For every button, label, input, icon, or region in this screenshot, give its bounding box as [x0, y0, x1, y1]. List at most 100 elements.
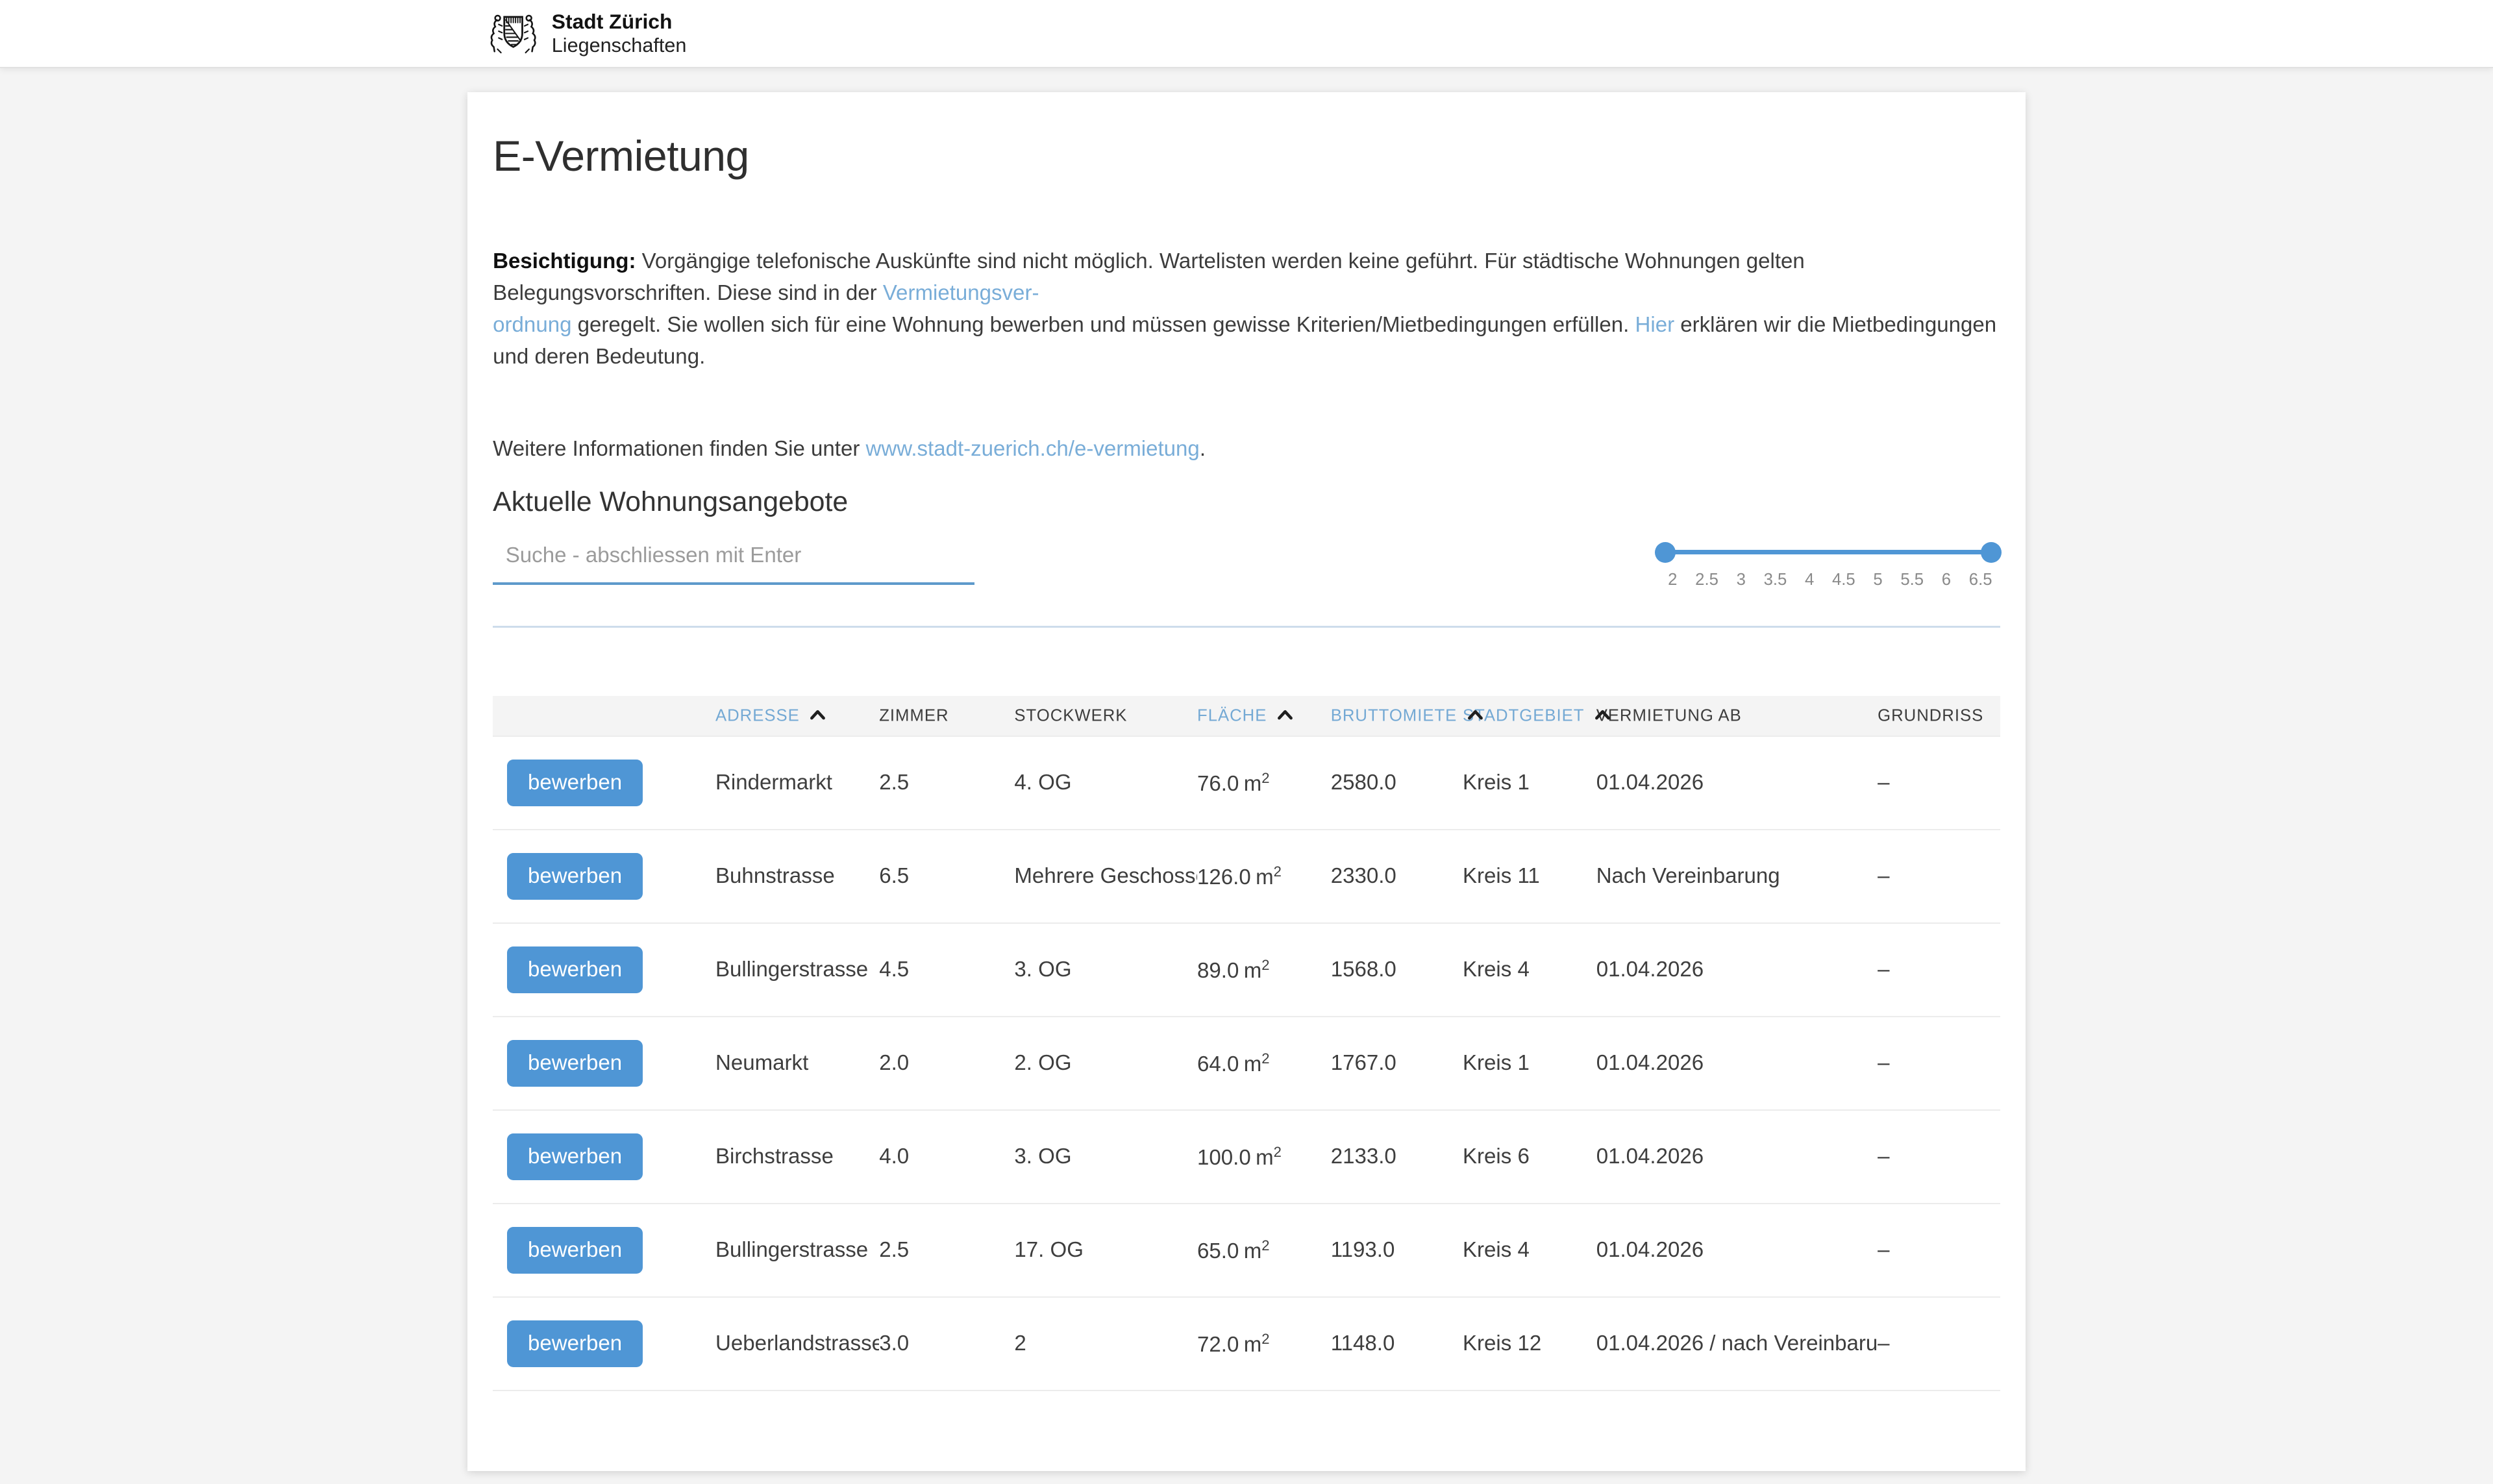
listings-table: ADRESSEZIMMERSTOCKWERKFLÄCHEBRUTTOMIETES…	[493, 696, 2000, 1391]
cell-stadtgebiet: Kreis 12	[1463, 1297, 1596, 1391]
cell-apply: bewerben	[493, 736, 715, 830]
area-unit: m	[1256, 1146, 1274, 1170]
area-value: 89.0	[1197, 959, 1239, 983]
cell-stadtgebiet: Kreis 1	[1463, 1017, 1596, 1110]
intro-paragraph: Besichtigung: Vorgängige telefonische Au…	[493, 246, 2000, 373]
paragraph-text: Weitere Informationen finden Sie unter	[493, 437, 865, 461]
table-body: bewerbenRindermarkt2.54. OG76.0m22580.0K…	[493, 736, 2000, 1391]
cell-apply: bewerben	[493, 830, 715, 923]
cell-vermietung-ab: 01.04.2026	[1596, 923, 1878, 1017]
cell-stadtgebiet: Kreis 6	[1463, 1110, 1596, 1204]
cell-grundriss: –	[1878, 923, 2000, 1017]
cell-bruttomiete: 1568.0	[1331, 923, 1463, 1017]
filter-row: 22.533.544.555.566.5	[493, 531, 2000, 589]
table-row: bewerbenRindermarkt2.54. OG76.0m22580.0K…	[493, 736, 2000, 830]
cell-stockwerk: 2. OG	[1014, 1017, 1197, 1110]
cell-zimmer: 4.5	[879, 923, 1014, 1017]
cell-stadtgebiet: Kreis 4	[1463, 923, 1596, 1017]
area-unit: m	[1244, 772, 1262, 796]
area-exponent: 2	[1274, 1144, 1282, 1160]
bewerben-button[interactable]: bewerben	[507, 946, 643, 993]
column-header-bruttomiete[interactable]: BRUTTOMIETE	[1331, 696, 1463, 736]
rooms-range-slider: 22.533.544.555.566.5	[1665, 550, 1992, 589]
area-value: 64.0	[1197, 1052, 1239, 1076]
stadt-zuerich-crest-icon	[486, 10, 540, 56]
area-exponent: 2	[1261, 957, 1269, 973]
table-row: bewerbenBirchstrasse4.03. OG100.0m22133.…	[493, 1110, 2000, 1204]
table-row: bewerbenNeumarkt2.02. OG64.0m21767.0Krei…	[493, 1017, 2000, 1110]
cell-zimmer: 2.0	[879, 1017, 1014, 1110]
slider-handle-max[interactable]	[1981, 542, 2002, 563]
slider-tick-label: 3.5	[1764, 571, 1787, 589]
cell-stockwerk: 3. OG	[1014, 1110, 1197, 1204]
area-exponent: 2	[1261, 1331, 1269, 1347]
cell-flaeche: 89.0m2	[1197, 923, 1331, 1017]
cell-zimmer: 6.5	[879, 830, 1014, 923]
area-value: 65.0	[1197, 1239, 1239, 1263]
column-header-label: GRUNDRISS	[1878, 706, 1983, 724]
slider-handle-min[interactable]	[1655, 542, 1676, 563]
inline-link[interactable]: Vermietungsver-	[883, 281, 1039, 305]
bewerben-button[interactable]: bewerben	[507, 1320, 643, 1367]
slider-tick-label: 5	[1870, 571, 1885, 589]
bewerben-button[interactable]: bewerben	[507, 1133, 643, 1180]
cell-adresse: Bullingerstrasse	[715, 923, 879, 1017]
inline-link[interactable]: Hier	[1635, 313, 1675, 337]
sort-asc-icon	[809, 708, 826, 721]
cell-grundriss: –	[1878, 1297, 2000, 1391]
sort-asc-icon	[1594, 708, 1611, 721]
cell-flaeche: 126.0m2	[1197, 830, 1331, 923]
slider-tick-label: 4	[1802, 571, 1817, 589]
cell-bruttomiete: 1767.0	[1331, 1017, 1463, 1110]
cell-stadtgebiet: Kreis 4	[1463, 1204, 1596, 1297]
search-input[interactable]	[493, 531, 974, 586]
column-header-vermietung-ab[interactable]: VERMIETUNG AB	[1596, 696, 1878, 736]
table-row: bewerbenBullingerstrasse4.53. OG89.0m215…	[493, 923, 2000, 1017]
table-header-row: ADRESSEZIMMERSTOCKWERKFLÄCHEBRUTTOMIETES…	[493, 696, 2000, 736]
bewerben-button[interactable]: bewerben	[507, 1227, 643, 1274]
cell-vermietung-ab: 01.04.2026	[1596, 1110, 1878, 1204]
brand-department: Liegenschaften	[552, 34, 687, 58]
column-header-label: STOCKWERK	[1014, 706, 1127, 724]
inline-link[interactable]: ordnung	[493, 313, 571, 337]
brand-text: Stadt Zürich Liegenschaften	[552, 9, 687, 58]
column-header-apply	[493, 696, 715, 736]
area-exponent: 2	[1261, 1050, 1269, 1067]
bewerben-button[interactable]: bewerben	[507, 1040, 643, 1087]
area-exponent: 2	[1274, 863, 1282, 880]
area-unit: m	[1244, 1239, 1262, 1263]
slider-track[interactable]	[1665, 550, 1992, 554]
cell-adresse: Neumarkt	[715, 1017, 879, 1110]
cell-stockwerk: 4. OG	[1014, 736, 1197, 830]
column-header-grundriss[interactable]: GRUNDRISS	[1878, 696, 2000, 736]
cell-grundriss: –	[1878, 736, 2000, 830]
stadt-zuerich-logo[interactable]: Stadt Zürich Liegenschaften	[486, 9, 686, 58]
table-row: bewerbenUeberlandstrasse3.0272.0m21148.0…	[493, 1297, 2000, 1391]
brand-name: Stadt Zürich	[552, 9, 687, 34]
column-header-zimmer[interactable]: ZIMMER	[879, 696, 1014, 736]
area-unit: m	[1244, 959, 1262, 983]
inline-link[interactable]: www.stadt-zuerich.ch/e-vermietung	[866, 437, 1200, 461]
cell-zimmer: 2.5	[879, 1204, 1014, 1297]
cell-apply: bewerben	[493, 1204, 715, 1297]
bewerben-button[interactable]: bewerben	[507, 853, 643, 900]
intro-bold-text: Besichtigung:	[493, 249, 636, 273]
slider-tick-label: 2	[1665, 571, 1680, 589]
cell-grundriss: –	[1878, 830, 2000, 923]
bewerben-button[interactable]: bewerben	[507, 760, 643, 806]
column-header-adresse[interactable]: ADRESSE	[715, 696, 879, 736]
content-card: E-Vermietung Besichtigung: Vorgängige te…	[467, 92, 2026, 1471]
cell-adresse: Rindermarkt	[715, 736, 879, 830]
cell-adresse: Birchstrasse	[715, 1110, 879, 1204]
column-header-label: BRUTTOMIETE	[1331, 706, 1457, 724]
cell-grundriss: –	[1878, 1110, 2000, 1204]
slider-tick-labels: 22.533.544.555.566.5	[1665, 571, 1992, 589]
column-header-stockwerk[interactable]: STOCKWERK	[1014, 696, 1197, 736]
cell-flaeche: 65.0m2	[1197, 1204, 1331, 1297]
cell-apply: bewerben	[493, 1110, 715, 1204]
cell-vermietung-ab: 01.04.2026	[1596, 736, 1878, 830]
column-header-label: ADRESSE	[715, 706, 800, 724]
area-value: 72.0	[1197, 1333, 1239, 1357]
column-header-fl-che[interactable]: FLÄCHE	[1197, 696, 1331, 736]
cell-bruttomiete: 1193.0	[1331, 1204, 1463, 1297]
